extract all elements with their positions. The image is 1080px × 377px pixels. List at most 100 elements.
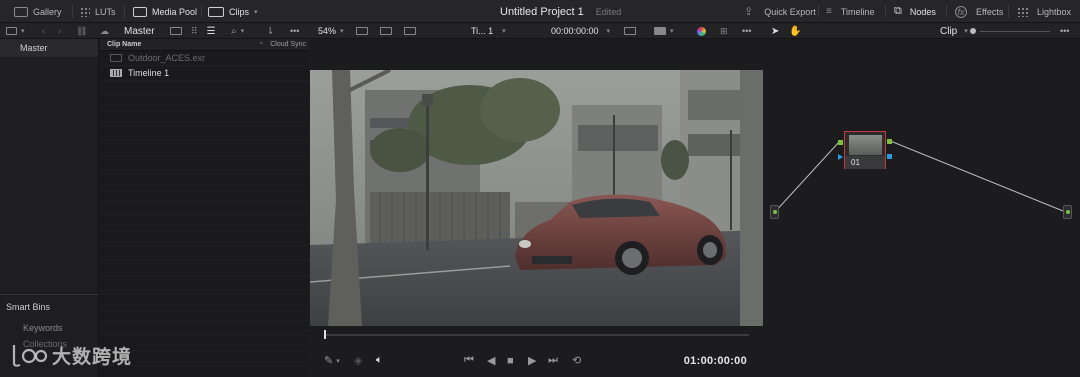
play-reverse-icon: ◀ <box>487 355 496 367</box>
play-button[interactable]: ▶ <box>528 344 536 377</box>
cloud-icon: ☁ <box>100 25 109 36</box>
effects-button[interactable]: fx Effects <box>955 0 1003 23</box>
timeline-button[interactable]: ≡ Timeline <box>826 0 875 23</box>
secondary-toolbar: ▾ ‹ › ⛓ ☁ Master ⠿ ☰ ⌕ ▾ ⇂ ••• 54% ▾ Ti...… <box>0 23 1080 39</box>
media-pool-button[interactable]: Media Pool <box>133 0 197 23</box>
sidebar-icon <box>6 27 17 35</box>
node-editor[interactable]: 01 <box>764 39 1080 377</box>
playhead[interactable] <box>324 330 326 339</box>
link-button[interactable]: ⛓ <box>76 23 87 39</box>
single-viewer-icon <box>356 27 368 35</box>
pointer-tool[interactable]: ➤ <box>771 23 779 39</box>
sort-button[interactable]: ⇂ <box>266 23 274 39</box>
node-key-output-pin[interactable] <box>887 154 892 159</box>
clip-list-header: Clip Name ⌃ Cloud Sync <box>100 39 309 51</box>
clip-list-empty <box>100 81 309 377</box>
clip-row[interactable]: Outdoor_ACES.exr <box>100 51 309 66</box>
chevron-down-icon: ▾ <box>606 28 611 35</box>
divider <box>818 5 819 18</box>
node-mode-select[interactable]: Clip ▾ <box>940 23 968 39</box>
scrubber[interactable] <box>310 326 763 344</box>
clips-button[interactable]: Clips ▾ <box>208 0 258 23</box>
timeline-select-value: Ti... 1 <box>471 26 494 36</box>
source-input-node[interactable] <box>770 205 779 219</box>
smart-bins-heading: Smart Bins <box>6 302 51 312</box>
hand-tool[interactable]: ✋ <box>789 23 801 39</box>
timeline-label: Timeline <box>840 6 875 17</box>
quick-export-label: Quick Export <box>764 6 816 17</box>
go-to-start-button[interactable]: ⏮︎ <box>464 344 474 377</box>
more-icon: ••• <box>290 26 300 36</box>
clip-row[interactable]: Timeline 1 <box>100 66 309 81</box>
node-connections <box>773 139 1069 214</box>
dual-viewer-icon <box>380 27 392 35</box>
transport-controls: ✎ ▾ ◈ 🔈︎ ⏮︎ ◀ ■ ▶ ⏭︎ ⟲ 01:00:00:00 <box>310 344 763 377</box>
quick-export-button[interactable]: ⇪ Quick Export <box>744 0 816 23</box>
gallery-label: Gallery <box>33 6 62 17</box>
timeline-icon: ≡ <box>826 6 832 17</box>
zoom-select[interactable]: 54% ▾ <box>318 23 344 39</box>
go-to-end-button[interactable]: ⏭︎ <box>548 344 558 377</box>
nodes-button[interactable]: ⧉ Nodes <box>894 0 936 23</box>
bin-item-master[interactable]: Master <box>0 39 98 57</box>
node-mode-value: Clip <box>940 25 958 37</box>
speaker-icon: 🔈︎ <box>376 354 383 366</box>
slider-track <box>980 30 1050 32</box>
chevron-down-icon: ▾ <box>254 8 258 16</box>
zoom-value: 54% <box>318 26 337 36</box>
stop-button[interactable]: ■ <box>507 344 514 377</box>
output-node[interactable] <box>1063 205 1072 219</box>
gallery-button[interactable]: Gallery <box>14 0 62 23</box>
more-icon: ••• <box>742 26 752 36</box>
clips-icon <box>208 6 224 17</box>
column-cloud-sync[interactable]: Cloud Sync <box>270 41 306 48</box>
forward-button[interactable]: › <box>58 23 61 39</box>
layers-button[interactable]: ◈ <box>354 344 362 377</box>
panel-toggle-button[interactable]: ▾ <box>6 23 25 39</box>
node-key-input-pin[interactable] <box>838 154 843 160</box>
lightbox-button[interactable]: Lightbox <box>1017 0 1071 23</box>
reverse-play-button[interactable]: ◀ <box>487 344 495 377</box>
project-title-area: Untitled Project 1 Edited <box>500 0 621 23</box>
viewer-layout-buttons[interactable] <box>356 23 416 39</box>
node-output-pin[interactable] <box>887 139 892 144</box>
sort-ascending-icon[interactable]: ⌃ <box>258 41 264 49</box>
timeline-select[interactable]: Ti... 1 ▾ <box>471 23 506 39</box>
color-picker-button[interactable]: ✎ ▾ <box>324 344 340 377</box>
bin-name: Master <box>124 25 155 37</box>
smart-bin-keywords[interactable]: Keywords <box>0 323 99 333</box>
nodes-label: Nodes <box>909 6 936 17</box>
view-mode-buttons[interactable]: ⠿ ☰ <box>170 23 216 39</box>
loop-button[interactable]: ⟲ <box>572 344 581 377</box>
viewer-frame[interactable] <box>310 70 763 326</box>
chevron-down-icon: ▾ <box>964 28 968 35</box>
node-input-pin[interactable] <box>838 140 843 145</box>
clip-name: Outdoor_ACES.exr <box>128 53 206 63</box>
list-view-icon: ☰ <box>206 25 216 37</box>
play-icon: ▶ <box>528 355 537 367</box>
node-more-button[interactable]: ••• <box>1060 23 1069 39</box>
divider <box>1008 5 1009 18</box>
back-button[interactable]: ‹ <box>42 23 45 39</box>
luts-button[interactable]: LUTs <box>80 0 116 23</box>
volume-button[interactable]: 🔈︎ <box>376 344 383 377</box>
search-button[interactable]: ⌕ ▾ <box>231 23 244 39</box>
forward-icon: › <box>58 26 61 36</box>
viewer-options-buttons[interactable]: ▾ <box>624 23 674 39</box>
bin-item-label: Master <box>20 43 48 53</box>
color-scope-button[interactable] <box>697 23 706 39</box>
corrector-node[interactable]: 01 <box>844 131 886 169</box>
scrubber-track <box>324 334 749 336</box>
loop-icon: ⟲ <box>572 355 582 367</box>
source-timecode[interactable]: 00:00:00:00 ▾ <box>551 23 610 39</box>
divider <box>885 5 886 18</box>
grid-toggle-button[interactable]: ⊞ <box>720 23 728 39</box>
pointer-icon: ➤ <box>771 25 780 37</box>
cloud-button[interactable]: ☁ <box>100 23 109 39</box>
viewer-more-button[interactable]: ••• <box>742 23 751 39</box>
more-options-button[interactable]: ••• <box>290 23 299 39</box>
sort-icon: ⇂ <box>266 25 275 37</box>
column-clip-name[interactable]: Clip Name <box>107 41 141 48</box>
color-wheel-icon <box>697 26 706 36</box>
node-zoom-slider[interactable] <box>970 23 1050 39</box>
